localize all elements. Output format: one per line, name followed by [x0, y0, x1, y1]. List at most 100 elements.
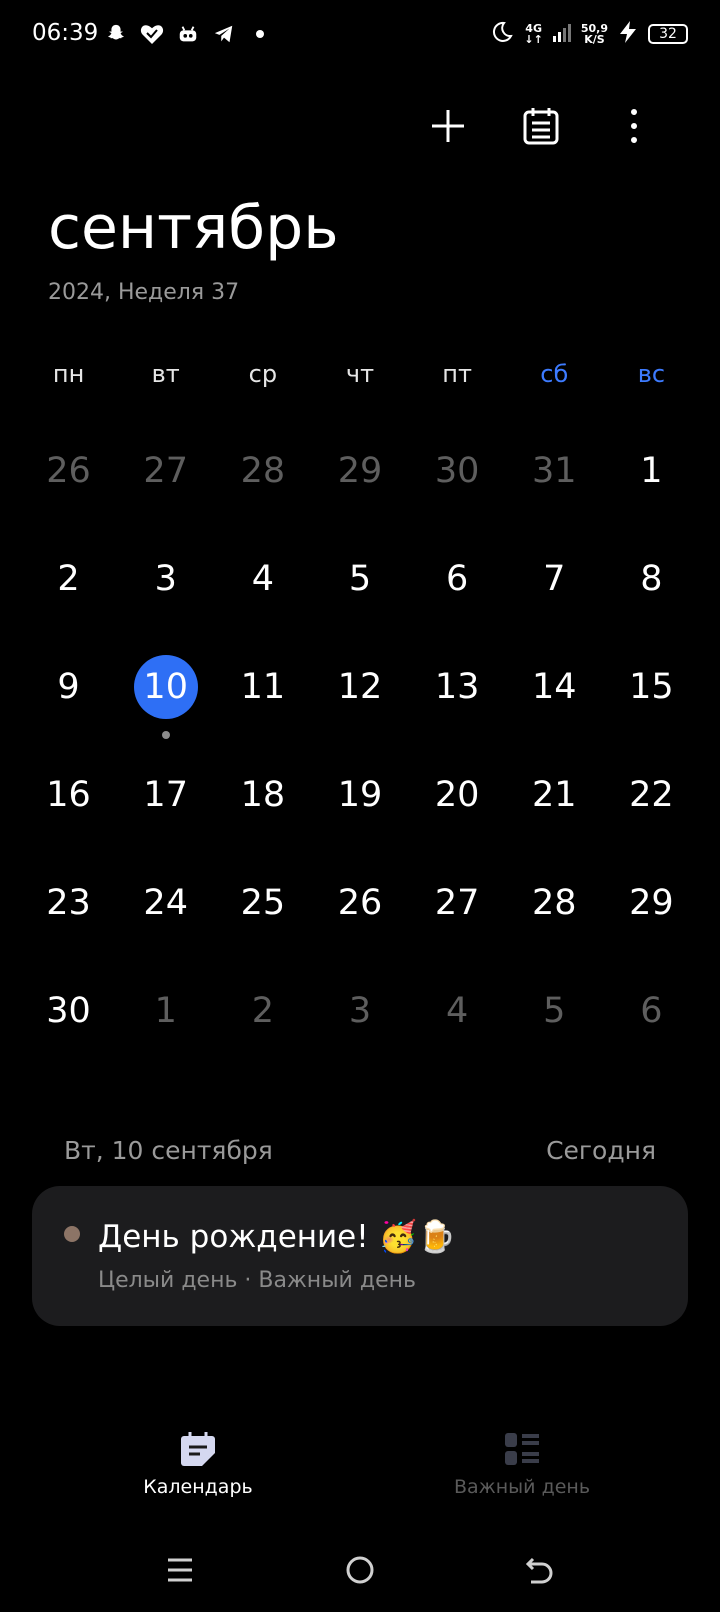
agenda-view-button[interactable]: [513, 98, 569, 154]
system-navigation-bar: [0, 1540, 720, 1600]
event-color-dot: [64, 1226, 80, 1242]
day-number: 24: [143, 883, 188, 923]
calendar-list-icon: [523, 108, 559, 145]
day-number: 3: [348, 991, 372, 1031]
day-number: 30: [46, 991, 91, 1031]
today-button[interactable]: Сегодня: [546, 1136, 656, 1165]
day-cell[interactable]: 24: [117, 855, 214, 963]
system-icons: 4G ↓↑ 50,9 K/S 32: [490, 20, 688, 48]
nav-important-day-label: Важный день: [453, 1476, 591, 1498]
day-cell[interactable]: 29: [311, 423, 408, 531]
day-cell[interactable]: 15: [603, 639, 700, 747]
charging-bolt-icon: [618, 21, 638, 47]
signal-icon: [552, 22, 571, 46]
more-options-button[interactable]: [606, 98, 662, 154]
day-cell[interactable]: 14: [506, 639, 603, 747]
day-cell[interactable]: 5: [506, 963, 603, 1071]
day-cell[interactable]: 27: [409, 855, 506, 963]
home-button[interactable]: [336, 1546, 384, 1594]
day-number: 6: [640, 991, 663, 1031]
day-number: 27: [434, 883, 480, 923]
day-cell[interactable]: 9: [20, 639, 117, 747]
day-cell[interactable]: 6: [409, 531, 506, 639]
day-cell-today[interactable]: 10: [117, 639, 214, 747]
weekday-label: вс: [637, 360, 666, 388]
day-cell[interactable]: 1: [117, 963, 214, 1071]
day-cell[interactable]: 13: [409, 639, 506, 747]
day-cell[interactable]: 25: [214, 855, 311, 963]
day-cell[interactable]: 23: [20, 855, 117, 963]
day-number: 22: [629, 775, 674, 815]
day-number: 17: [143, 775, 188, 815]
nav-calendar-label: Календарь: [143, 1476, 253, 1498]
day-cell[interactable]: 26: [20, 423, 117, 531]
day-cell[interactable]: 7: [506, 531, 603, 639]
day-number: 29: [629, 883, 674, 923]
recent-apps-button[interactable]: [156, 1546, 204, 1594]
app-notification-icon: [176, 22, 200, 46]
weekday-header: пн вт ср чт пт сб вс: [20, 360, 700, 400]
day-number: 12: [337, 667, 383, 707]
plus-icon: [432, 110, 464, 142]
day-cell[interactable]: 12: [311, 639, 408, 747]
day-cell[interactable]: 17: [117, 747, 214, 855]
day-cell[interactable]: 3: [311, 963, 408, 1071]
month-title[interactable]: сентябрь: [48, 198, 339, 258]
day-number: 2: [251, 991, 274, 1031]
month-grid: 26 27 28 29 30 31 1 2 3 4 5 6 7 8 9 10 11 12 13 14 15 16 17 18 1…: [20, 423, 700, 1071]
year-week-label: 2024, Неделя 37: [48, 280, 240, 305]
weekday-label: пн: [52, 360, 85, 388]
day-cell[interactable]: 4: [409, 963, 506, 1071]
day-number: 14: [531, 667, 577, 707]
weekday-label: чт: [345, 360, 375, 388]
day-cell[interactable]: 4: [214, 531, 311, 639]
nav-calendar[interactable]: Календарь: [68, 1430, 328, 1498]
day-cell[interactable]: 2: [214, 963, 311, 1071]
day-cell[interactable]: 30: [20, 963, 117, 1071]
day-cell[interactable]: 5: [311, 531, 408, 639]
more-notifications-dot-icon: [248, 22, 272, 46]
day-number: 3: [154, 559, 177, 599]
day-number: 16: [46, 775, 91, 815]
day-cell[interactable]: 21: [506, 747, 603, 855]
do-not-disturb-moon-icon: [490, 20, 514, 48]
day-cell[interactable]: 20: [409, 747, 506, 855]
back-button[interactable]: [516, 1546, 564, 1594]
menu-lines-icon: [168, 1558, 192, 1582]
day-cell[interactable]: 29: [603, 855, 700, 963]
day-cell[interactable]: 3: [117, 531, 214, 639]
day-cell[interactable]: 19: [311, 747, 408, 855]
day-cell[interactable]: 28: [214, 423, 311, 531]
day-cell[interactable]: 1: [603, 423, 700, 531]
day-cell[interactable]: 8: [603, 531, 700, 639]
day-number: 28: [531, 883, 577, 923]
day-cell[interactable]: 30: [409, 423, 506, 531]
day-number: 25: [240, 883, 286, 923]
calendar-tab-icon: [181, 1432, 215, 1466]
day-cell[interactable]: 26: [311, 855, 408, 963]
day-cell[interactable]: 18: [214, 747, 311, 855]
network-speed: 50,9 K/S: [581, 23, 608, 45]
day-cell[interactable]: 2: [20, 531, 117, 639]
back-arrow-icon: [525, 1557, 553, 1584]
day-cell[interactable]: 31: [506, 423, 603, 531]
status-time: 06:39: [32, 20, 99, 46]
day-cell[interactable]: 28: [506, 855, 603, 963]
day-cell[interactable]: 16: [20, 747, 117, 855]
network-type: 4G ↓↑: [524, 22, 543, 46]
snapchat-icon: [104, 22, 128, 46]
day-number: 10: [133, 655, 198, 719]
day-cell[interactable]: 6: [603, 963, 700, 1071]
day-cell[interactable]: 11: [214, 639, 311, 747]
add-event-button[interactable]: [420, 98, 476, 154]
day-number: 4: [251, 559, 274, 599]
day-number: 7: [543, 559, 566, 599]
day-cell[interactable]: 22: [603, 747, 700, 855]
event-card[interactable]: День рождение! 🥳🍺 Целый день · Важный де…: [32, 1186, 688, 1326]
nav-important-day[interactable]: Важный день: [392, 1430, 652, 1498]
day-number: 8: [640, 559, 663, 599]
selected-day-label: Вт, 10 сентября: [64, 1136, 273, 1165]
event-title: День рождение! 🥳🍺: [98, 1219, 456, 1255]
day-number: 2: [57, 559, 80, 599]
day-cell[interactable]: 27: [117, 423, 214, 531]
